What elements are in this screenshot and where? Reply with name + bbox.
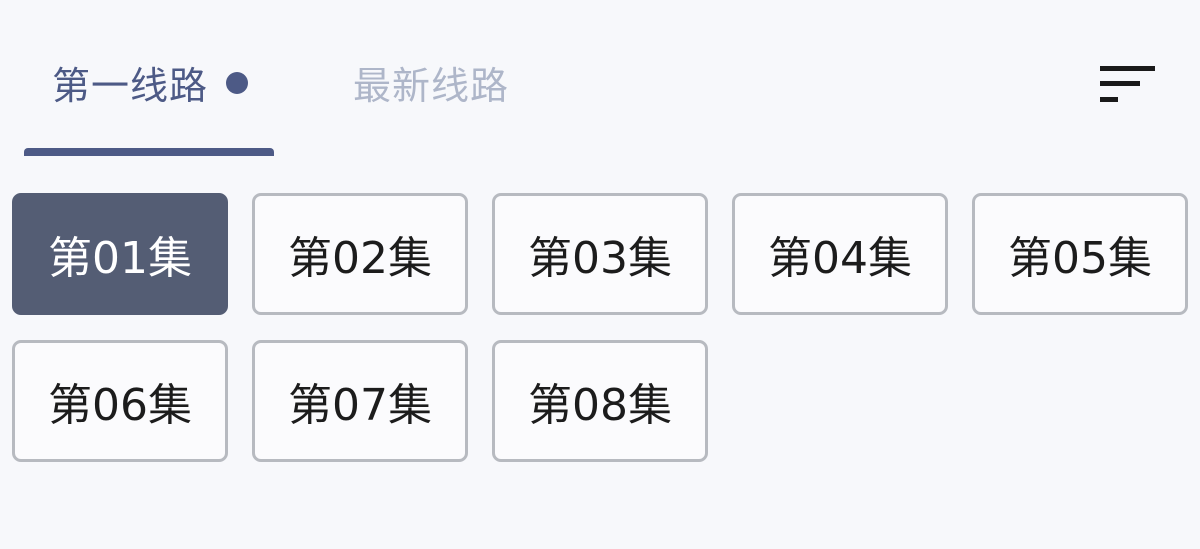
sort-button[interactable] [1090, 60, 1160, 110]
episode-button-04[interactable]: 第04集 [732, 193, 948, 315]
episode-button-01[interactable]: 第01集 [12, 193, 228, 315]
tab-route-1[interactable]: 第一线路 [52, 58, 208, 114]
tab-route-latest[interactable]: 最新线路 [353, 58, 509, 114]
episode-button-05[interactable]: 第05集 [972, 193, 1188, 315]
episode-button-03[interactable]: 第03集 [492, 193, 708, 315]
sort-icon [1100, 66, 1156, 104]
episode-button-06[interactable]: 第06集 [12, 340, 228, 462]
tab-active-dot [226, 72, 248, 94]
episode-button-02[interactable]: 第02集 [252, 193, 468, 315]
route-tab-bar: 第一线路 最新线路 [0, 0, 1200, 160]
episode-button-08[interactable]: 第08集 [492, 340, 708, 462]
episode-button-07[interactable]: 第07集 [252, 340, 468, 462]
tab-active-indicator [24, 148, 274, 156]
